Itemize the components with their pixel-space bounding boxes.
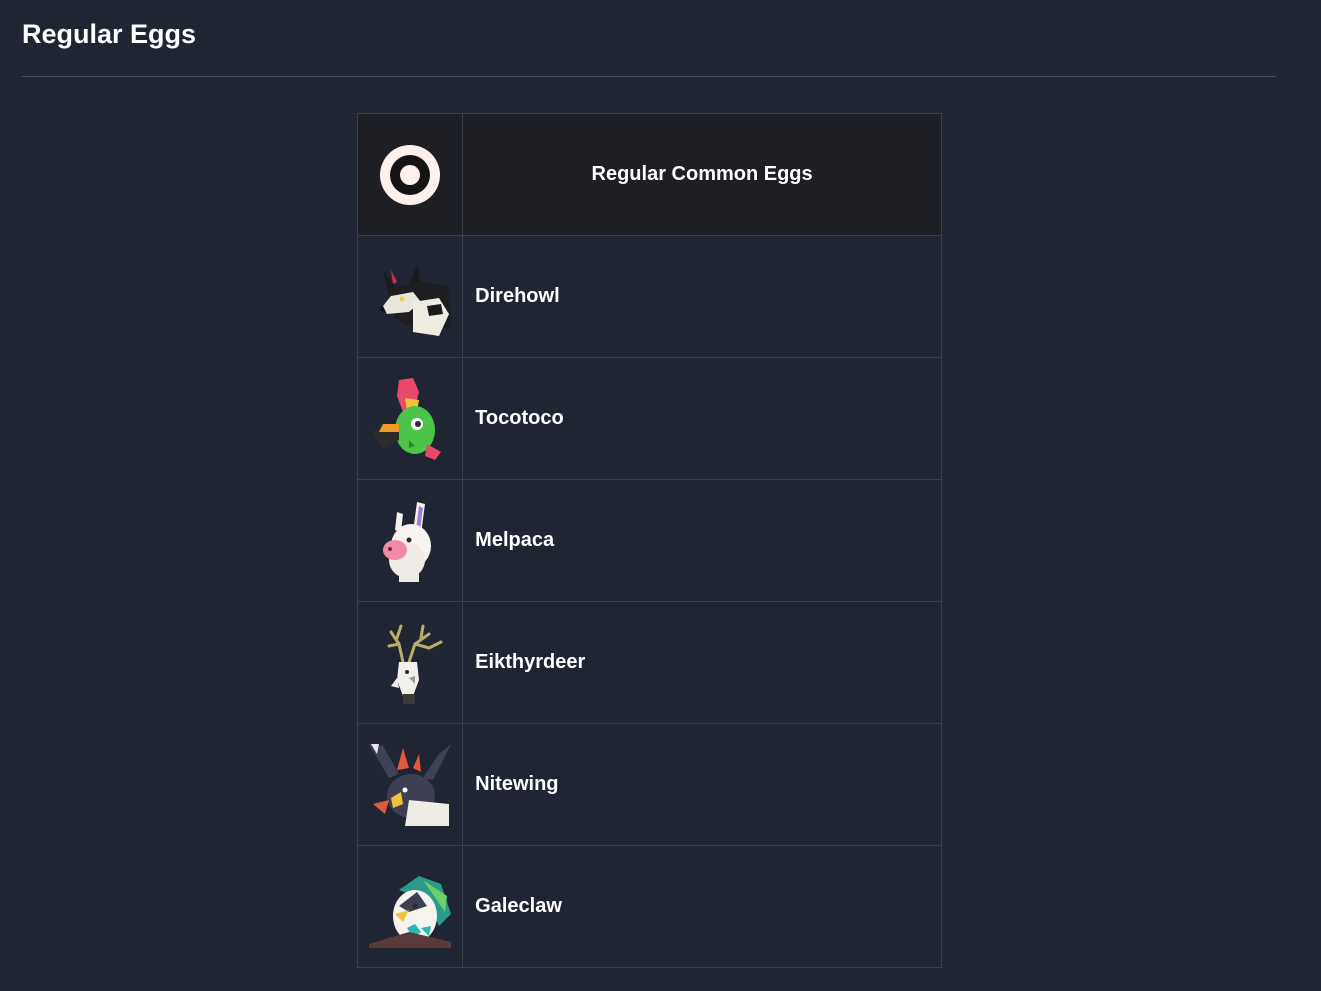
table-header-row: Regular Common Eggs: [356, 113, 942, 236]
table-row: Tocotoco: [356, 357, 942, 480]
tocotoco-icon: [369, 377, 451, 460]
header-icon-cell: [356, 113, 464, 236]
melpaca-icon: [369, 500, 451, 582]
pal-name: Direhowl: [462, 235, 942, 358]
pal-name: Tocotoco: [462, 357, 942, 480]
title-divider: [22, 76, 1276, 77]
table-row: Nitewing: [356, 723, 942, 846]
pal-name: Nitewing: [462, 723, 942, 846]
table-header-label: Regular Common Eggs: [462, 113, 942, 236]
page-title: Regular Eggs: [22, 19, 197, 49]
table-row: Direhowl: [356, 235, 942, 358]
pal-name: Galeclaw: [462, 845, 942, 968]
egg-icon: [379, 144, 441, 206]
galeclaw-icon: [369, 866, 452, 948]
pal-name: Melpaca: [462, 479, 942, 602]
pal-name: Eikthyrdeer: [462, 601, 942, 724]
table-row: Eikthyrdeer: [356, 601, 942, 724]
table-row: Melpaca: [356, 479, 942, 602]
egg-table: Regular Common Eggs Direhowl Tocotoco Me…: [356, 113, 942, 968]
eikthyrdeer-icon: [369, 622, 451, 704]
direhowl-icon: [369, 256, 452, 338]
nitewing-icon: [369, 743, 452, 826]
page: Regular Eggs Regular Common Eggs Direhow…: [0, 0, 1321, 991]
table-row: Galeclaw: [356, 845, 942, 968]
